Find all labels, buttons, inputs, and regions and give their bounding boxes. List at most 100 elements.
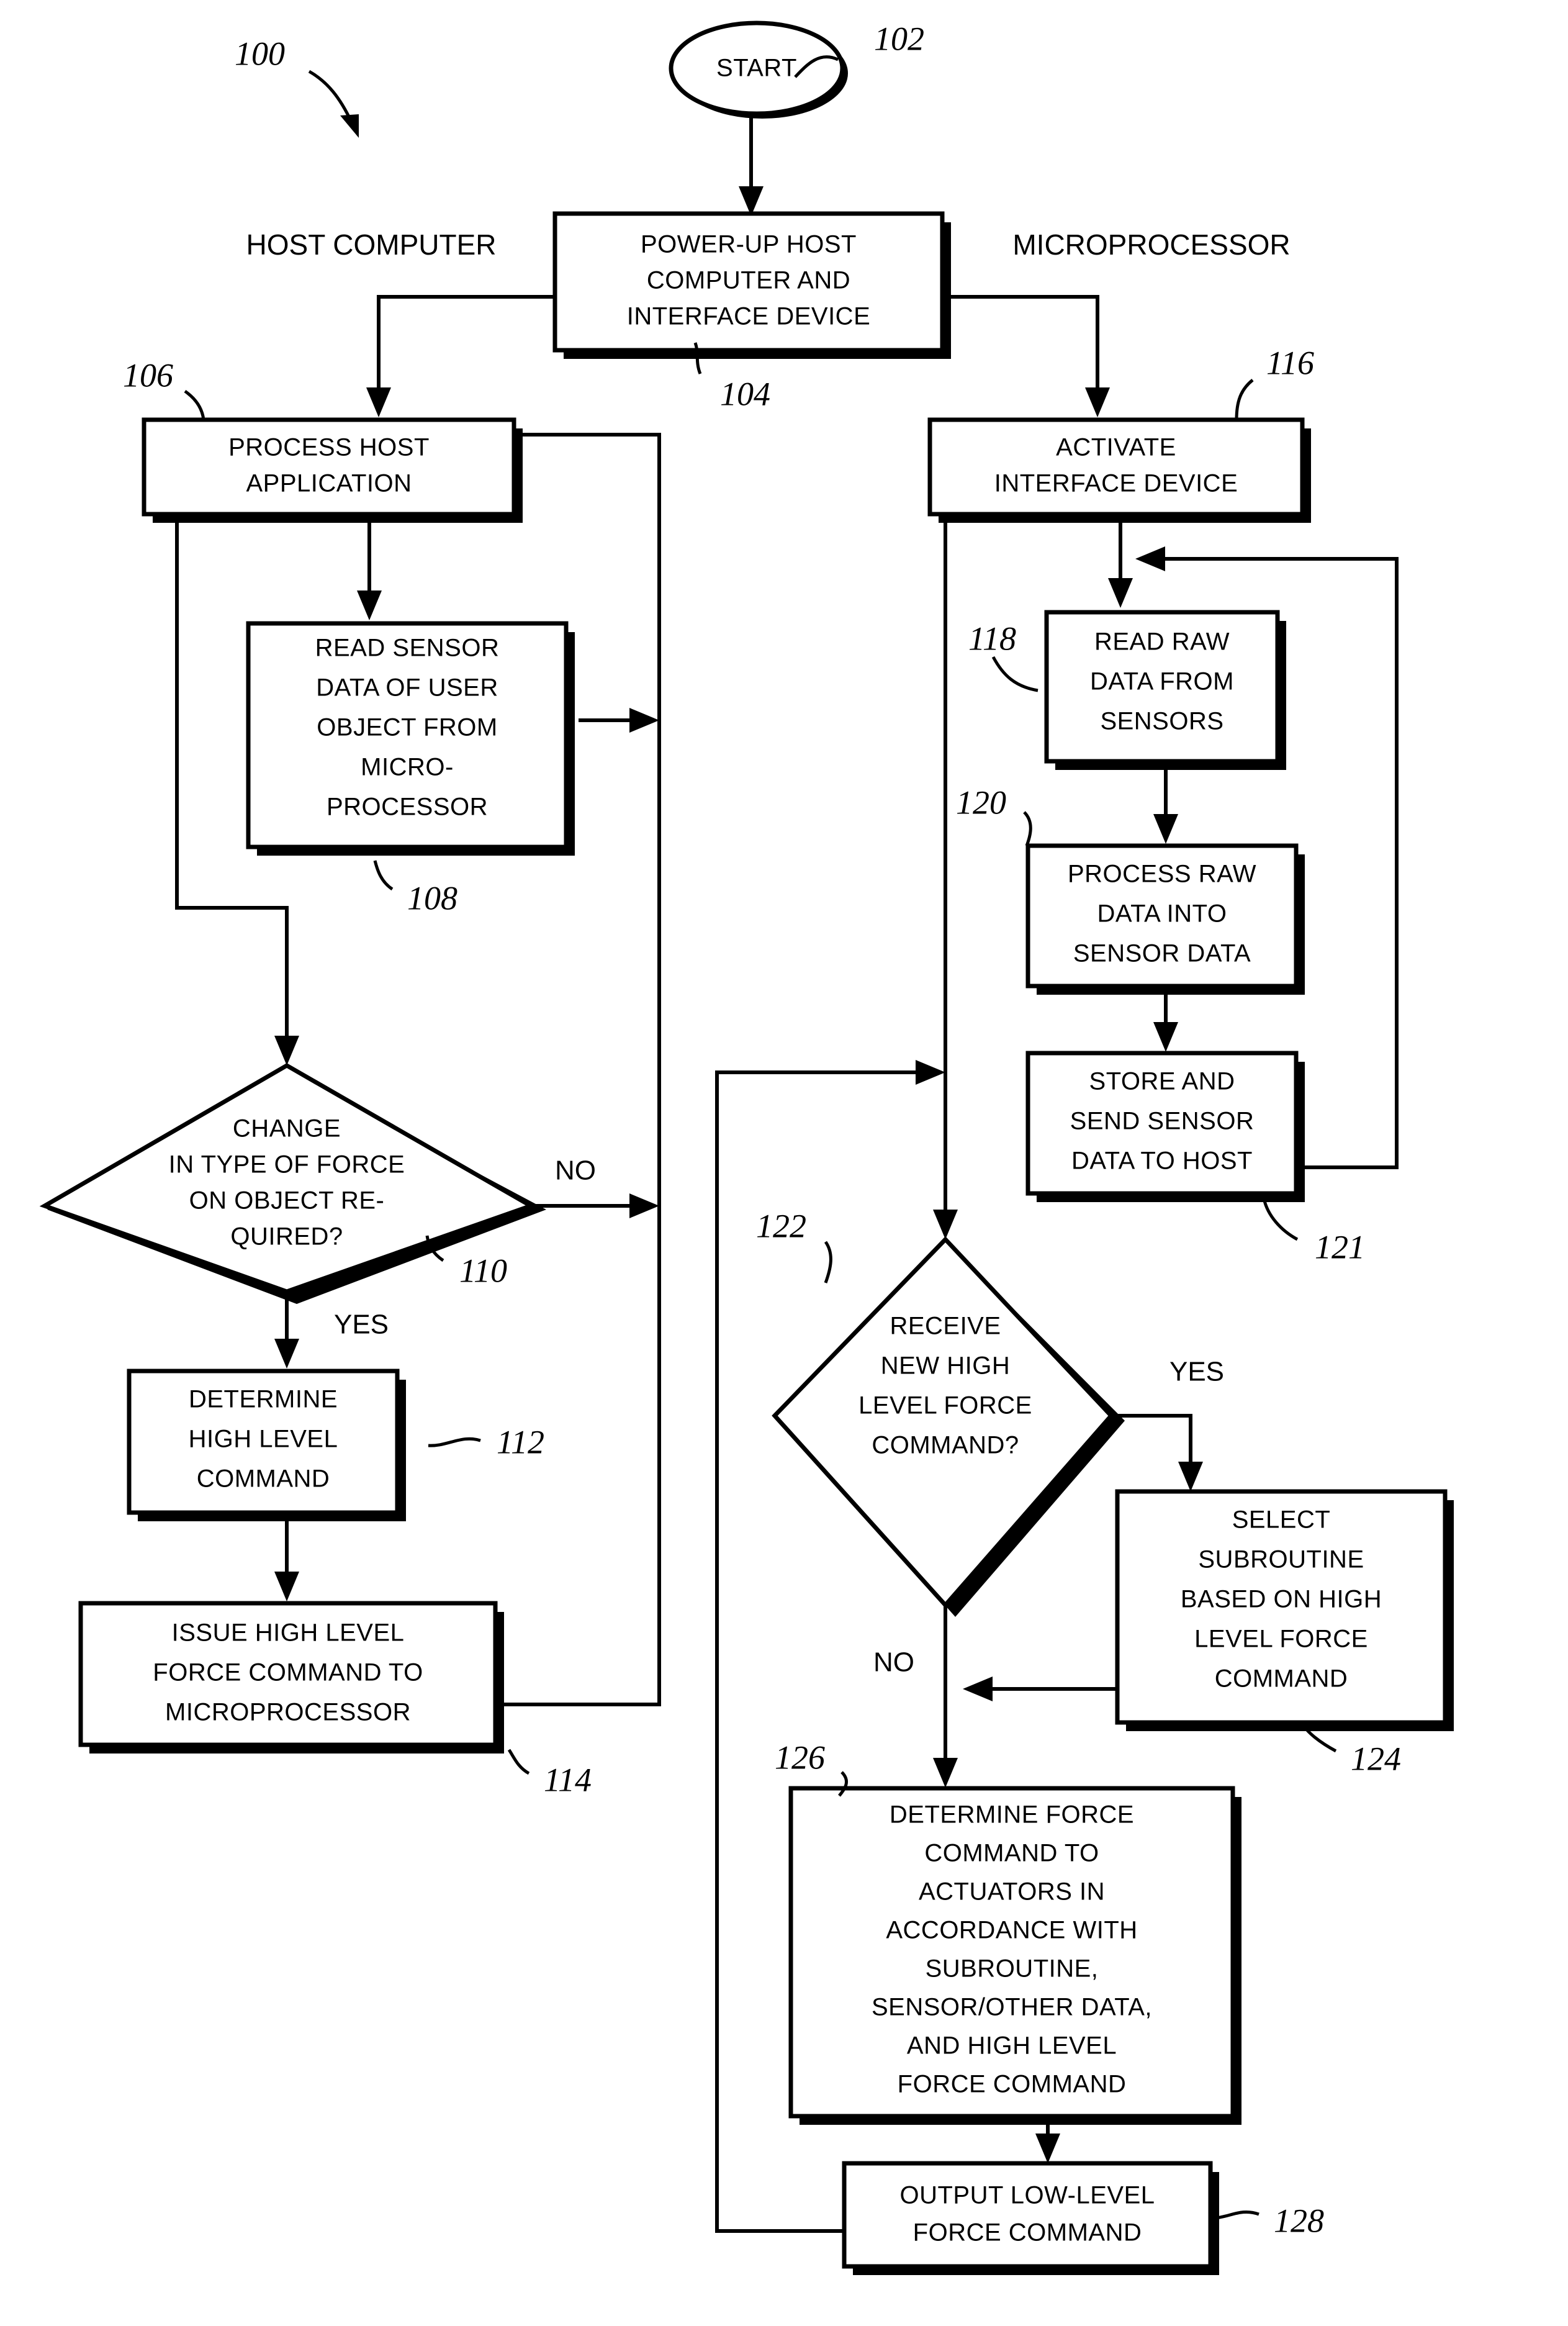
issue114-line-1: ISSUE HIGH LEVEL: [172, 1619, 405, 1647]
determine112-line-1: DETERMINE: [189, 1386, 338, 1413]
readraw118-line-3: SENSORS: [1100, 708, 1223, 735]
arrowhead-process-host-to-decision110: [274, 1036, 299, 1066]
node-process-raw-data[interactable]: PROCESS RAW DATA INTO SENSOR DATA: [1025, 843, 1305, 995]
decision110-line-4: QUIRED?: [230, 1223, 343, 1251]
ref-label-121: 121: [1315, 1228, 1365, 1265]
swimlane-label-microprocessor: MICROPROCESSOR: [1012, 229, 1290, 261]
select124-line-1: SELECT: [1232, 1506, 1331, 1534]
store121-line-1: STORE AND: [1089, 1068, 1235, 1095]
arrowhead-processraw-to-storeandsend: [1153, 1022, 1178, 1052]
edge-powerup-to-process-host: [377, 295, 557, 402]
issue114-line-2: FORCE COMMAND TO: [153, 1659, 423, 1686]
ref-label-126: 126: [775, 1739, 825, 1776]
leader-122: [824, 1241, 832, 1283]
arrowhead-powerup-to-activate: [1085, 387, 1110, 417]
select124-line-3: BASED ON HIGH: [1181, 1586, 1382, 1613]
arrowhead-select124-to-no-column: [963, 1677, 993, 1701]
node-store-and-send-sensor-data[interactable]: STORE AND SEND SENSOR DATA TO HOST: [1025, 1051, 1305, 1202]
ref-label-102: 102: [874, 20, 924, 57]
output128-line-2: FORCE COMMAND: [913, 2219, 1142, 2247]
determine126-box: [788, 1786, 1235, 2119]
start-label: START: [716, 55, 797, 82]
leader-116: [1235, 379, 1254, 420]
read-sensor-line-4: MICRO-: [361, 754, 454, 781]
select124-line-5: COMMAND: [1215, 1665, 1348, 1693]
processraw120-line-1: PROCESS RAW: [1068, 861, 1256, 888]
ref-label-124: 124: [1351, 1740, 1401, 1777]
leader-128: [1215, 2210, 1259, 2220]
activate116-line-2: INTERFACE DEVICE: [994, 470, 1238, 497]
branch-label-122-yes: YES: [1169, 1357, 1224, 1387]
determine126-line-7: AND HIGH LEVEL: [907, 2032, 1117, 2060]
node-activate-interface-device[interactable]: ACTIVATE INTERFACE DEVICE: [927, 417, 1311, 523]
decision122-line-3: LEVEL FORCE: [858, 1392, 1032, 1419]
decision110-diamond: [39, 1062, 536, 1294]
powerup-line-2: COMPUTER AND: [647, 267, 850, 294]
leader-114: [507, 1749, 530, 1775]
store121-line-3: DATA TO HOST: [1071, 1147, 1253, 1175]
output128-line-1: OUTPUT LOW-LEVEL: [899, 2182, 1155, 2209]
ref-label-100: 100: [235, 35, 285, 72]
node-start[interactable]: START: [669, 20, 848, 119]
decision122-line-2: NEW HIGH: [881, 1352, 1010, 1380]
ref-label-118: 118: [968, 620, 1016, 657]
determine126-line-3: ACTUATORS IN: [919, 1878, 1105, 1906]
process-host-line-2: APPLICATION: [246, 470, 412, 497]
node-output-low-level-force-command[interactable]: OUTPUT LOW-LEVEL FORCE COMMAND: [842, 2161, 1219, 2275]
leader-108: [373, 860, 394, 891]
node-read-raw-data[interactable]: READ RAW DATA FROM SENSORS: [1044, 610, 1286, 770]
select124-line-4: LEVEL FORCE: [1194, 1626, 1368, 1653]
determine126-line-5: SUBROUTINE,: [926, 1955, 1099, 1983]
node-determine-high-level-command[interactable]: DETERMINE HIGH LEVEL COMMAND: [127, 1369, 406, 1521]
arrowhead-activate-to-decision122: [933, 1210, 958, 1239]
leader-121: [1262, 1198, 1299, 1241]
leader-118: [991, 656, 1039, 692]
decision122-diamond: [772, 1236, 1114, 1609]
determine126-line-8: FORCE COMMAND: [898, 2071, 1127, 2098]
read-sensor-line-1: READ SENSOR: [315, 635, 500, 662]
leader-arrow-100: [340, 114, 359, 138]
ref-label-116: 116: [1266, 344, 1314, 381]
node-select-subroutine[interactable]: SELECT SUBROUTINE BASED ON HIGH LEVEL FO…: [1115, 1489, 1454, 1731]
node-process-host-application[interactable]: PROCESS HOST APPLICATION: [142, 417, 523, 523]
node-receive-new-high-level-force-command[interactable]: RECEIVE NEW HIGH LEVEL FORCE COMMAND?: [772, 1236, 1125, 1617]
swimlane-label-host-computer: HOST COMPUTER: [246, 229, 497, 261]
leader-120: [1023, 811, 1032, 846]
arrowhead-storeandsend-loop-to-readraw: [1135, 546, 1165, 571]
arrowhead-decision122-no-to-determine126: [933, 1758, 958, 1788]
issue114-line-3: MICROPROCESSOR: [165, 1699, 411, 1726]
ref-label-108: 108: [407, 879, 457, 916]
powerup-line-1: POWER-UP HOST: [641, 231, 857, 258]
node-issue-high-level-force-command[interactable]: ISSUE HIGH LEVEL FORCE COMMAND TO MICROP…: [78, 1601, 504, 1754]
leader-106: [184, 389, 205, 420]
branch-label-110-no: NO: [555, 1156, 596, 1186]
arrowhead-process-host-to-read-sensor: [357, 591, 382, 620]
processraw120-line-2: DATA INTO: [1097, 900, 1227, 928]
arrowhead-readraw-to-processraw: [1153, 814, 1178, 844]
read-sensor-line-3: OBJECT FROM: [317, 714, 497, 741]
decision110-line-2: IN TYPE OF FORCE: [169, 1151, 405, 1179]
ref-label-104: 104: [720, 375, 770, 412]
determine112-line-2: HIGH LEVEL: [189, 1426, 338, 1453]
patent-flowchart-figure: START POWER-UP HOST COMPUTER AND INTERFA…: [0, 0, 1568, 2326]
arrowhead-decision122-yes-to-select124: [1178, 1462, 1203, 1491]
activate116-line-1: ACTIVATE: [1056, 434, 1176, 461]
node-powerup[interactable]: POWER-UP HOST COMPUTER AND INTERFACE DEV…: [552, 211, 951, 359]
decision122-line-4: COMMAND?: [872, 1432, 1019, 1459]
determine112-line-3: COMMAND: [197, 1465, 330, 1493]
ref-label-122: 122: [756, 1207, 806, 1244]
leader-100: [308, 70, 353, 123]
edge-powerup-to-activate: [944, 295, 1099, 402]
arrowhead-read-sensor-to-feedback: [629, 708, 659, 733]
arrowhead-decision110-no-to-feedback: [629, 1193, 659, 1218]
node-determine-force-command[interactable]: DETERMINE FORCE COMMAND TO ACTUATORS IN …: [788, 1786, 1241, 2125]
arrowhead-decision110-yes-to-determine112: [274, 1339, 299, 1369]
branch-label-110-yes: YES: [334, 1310, 389, 1340]
decision110-line-3: ON OBJECT RE-: [189, 1187, 385, 1215]
determine126-line-1: DETERMINE FORCE: [890, 1801, 1134, 1829]
processraw120-line-3: SENSOR DATA: [1073, 940, 1251, 967]
ref-label-114: 114: [544, 1761, 592, 1798]
arrowhead-output128-feedback-to-decision122: [916, 1060, 945, 1085]
node-read-sensor-data[interactable]: READ SENSOR DATA OF USER OBJECT FROM MIC…: [246, 621, 575, 856]
read-sensor-line-2: DATA OF USER: [316, 674, 498, 702]
